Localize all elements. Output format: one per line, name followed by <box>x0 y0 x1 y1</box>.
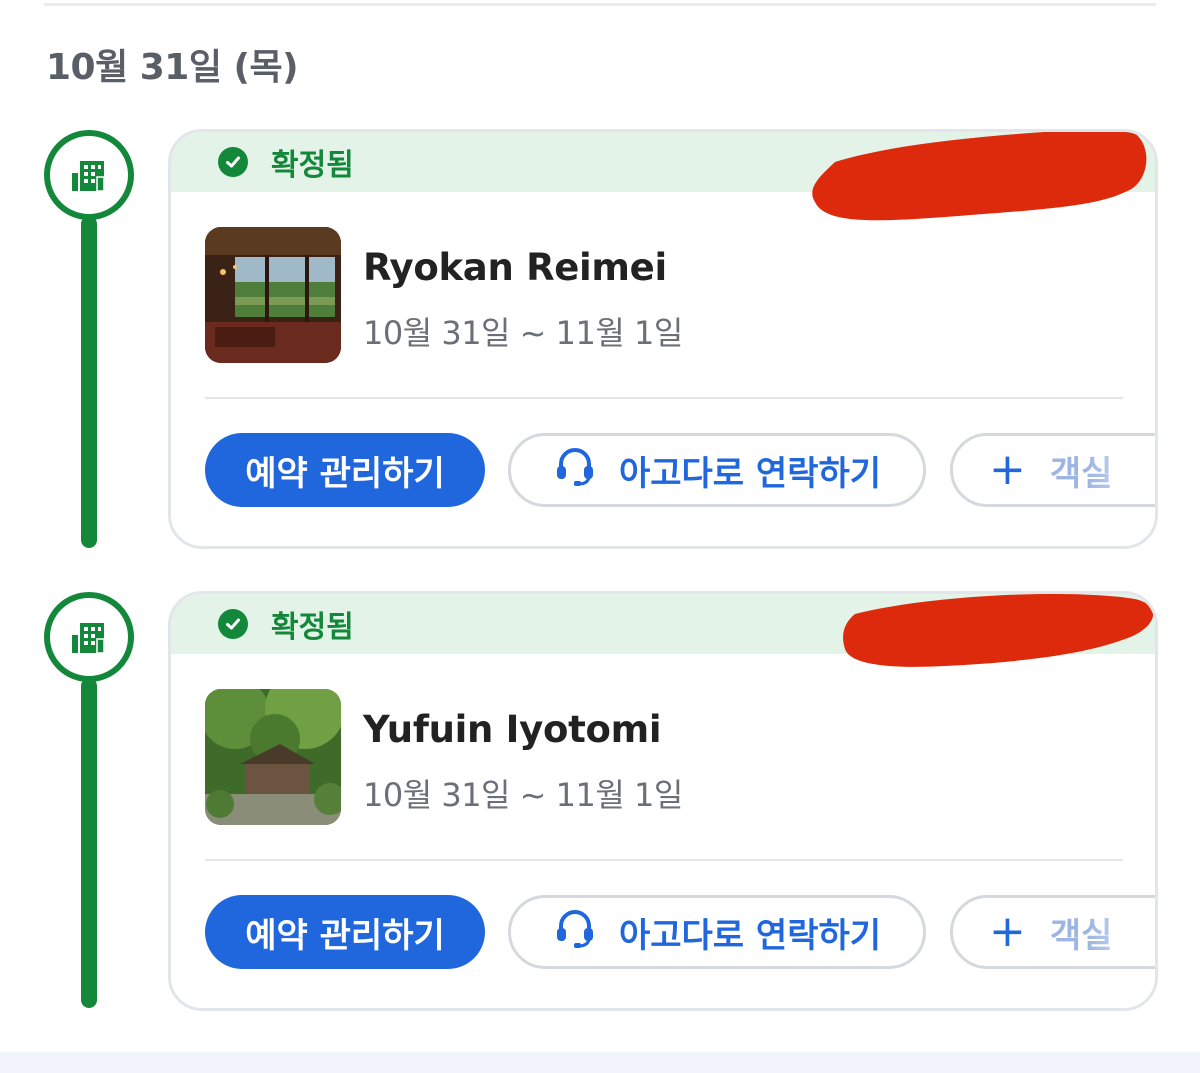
booking-card[interactable]: 확정됨 Ryokan Reimei 10월 31일 ~ 11월 1일 예약 관리… <box>168 129 1158 549</box>
action-row: 예약 관리하기 아고다로 연락하기 + 객실 <box>205 433 1155 513</box>
timeline-line <box>81 216 97 548</box>
booking-card[interactable]: 확정됨 Yufuin Iyotomi 10월 31일 ~ 11월 1일 예약 관… <box>168 591 1158 1011</box>
card-divider <box>205 859 1123 861</box>
status-label: 확정됨 <box>271 610 354 645</box>
action-row: 예약 관리하기 아고다로 연락하기 + 객실 <box>205 895 1155 975</box>
headset-icon <box>553 906 597 959</box>
redaction-mark <box>812 132 1147 221</box>
plus-icon: + <box>989 906 1026 957</box>
contact-agoda-button[interactable]: 아고다로 연락하기 <box>508 895 926 969</box>
stay-dates: 10월 31일 ~ 11월 1일 <box>363 314 683 352</box>
fade-mask <box>1087 898 1155 966</box>
check-circle-icon <box>218 609 248 639</box>
plus-icon: + <box>989 444 1026 495</box>
headset-icon <box>553 444 597 497</box>
hotel-name[interactable]: Ryokan Reimei <box>363 246 667 289</box>
add-room-button[interactable]: + 객실 <box>950 433 1155 507</box>
building-icon <box>44 592 134 682</box>
fade-mask <box>1087 436 1155 504</box>
manage-booking-button[interactable]: 예약 관리하기 <box>205 895 485 969</box>
top-divider <box>44 3 1156 6</box>
contact-label: 아고다로 연락하기 <box>618 453 882 494</box>
stay-dates: 10월 31일 ~ 11월 1일 <box>363 776 683 814</box>
hotel-thumbnail[interactable] <box>205 227 341 363</box>
timeline-line <box>81 678 97 1008</box>
redaction-mark <box>843 594 1154 667</box>
hotel-name[interactable]: Yufuin Iyotomi <box>363 708 662 751</box>
check-circle-icon <box>218 147 248 177</box>
date-heading: 10월 31일 (목) <box>46 47 299 88</box>
add-room-button[interactable]: + 객실 <box>950 895 1155 969</box>
status-label: 확정됨 <box>271 148 354 183</box>
contact-label: 아고다로 연락하기 <box>618 915 882 956</box>
contact-agoda-button[interactable]: 아고다로 연락하기 <box>508 433 926 507</box>
manage-booking-button[interactable]: 예약 관리하기 <box>205 433 485 507</box>
building-icon <box>44 130 134 220</box>
hotel-thumbnail[interactable] <box>205 689 341 825</box>
bottom-band <box>0 1052 1200 1073</box>
card-divider <box>205 397 1123 399</box>
